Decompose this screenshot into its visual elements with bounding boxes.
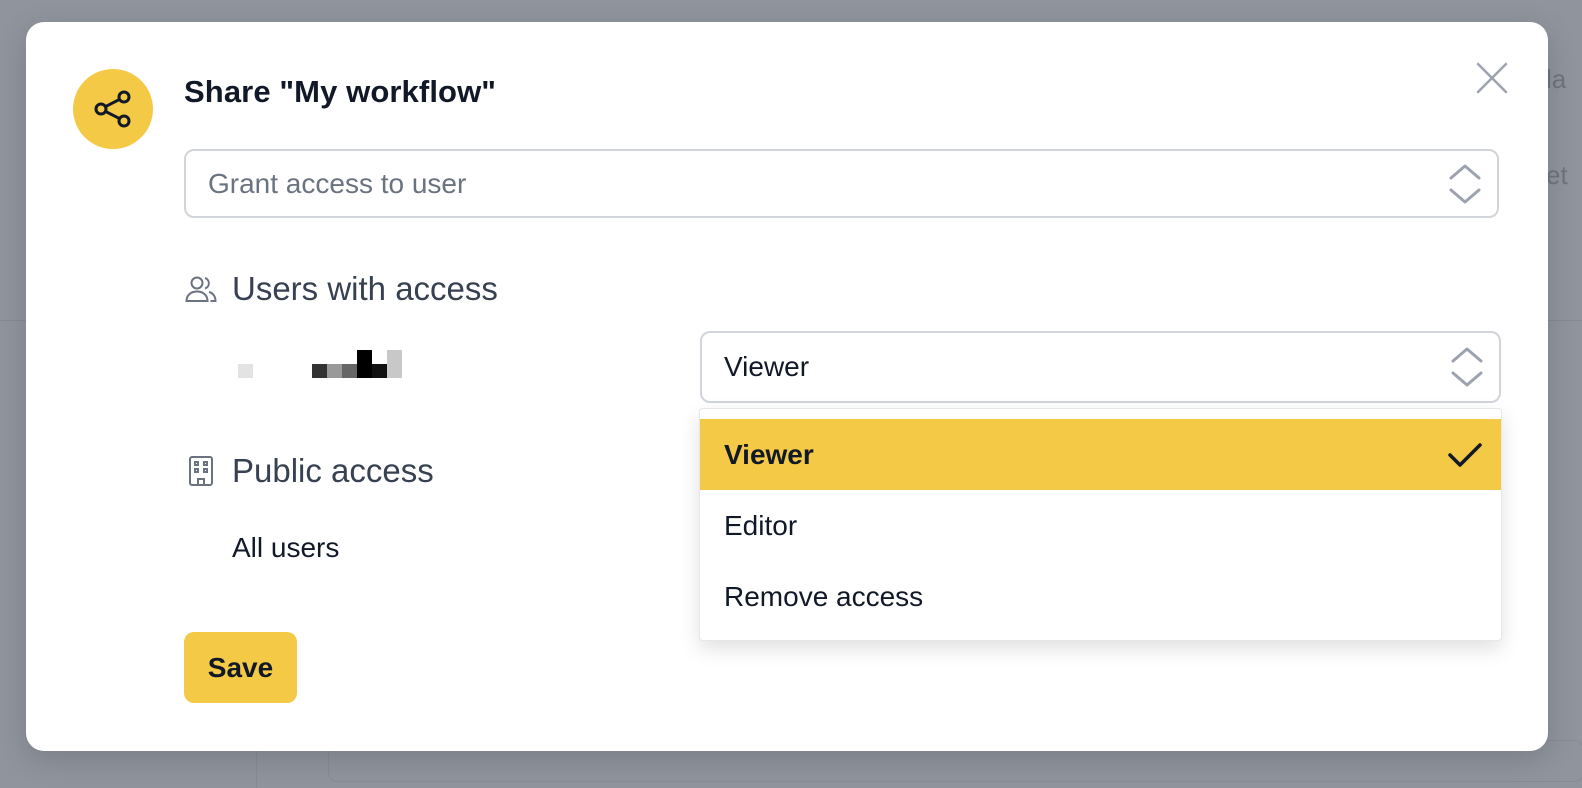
role-option-label: Remove access [724,580,924,612]
role-select-value: Viewer [724,351,810,382]
role-option-label: Viewer [724,438,814,470]
close-icon [1476,62,1508,94]
share-icon [73,69,153,149]
save-button[interactable]: Save [184,632,297,703]
role-option-viewer[interactable]: Viewer [700,419,1501,490]
public-section-label: Public access [232,452,434,489]
role-dropdown-menu: Viewer Editor Remove access [699,408,1502,641]
public-access-heading: Public access [184,452,434,490]
users-with-access-heading: Users with access [184,270,498,308]
chevron-updown-icon [1451,347,1483,387]
user-name-redacted [236,348,406,380]
public-access-entry: All users [232,532,340,563]
share-dialog: Share "My workflow" Grant access to user… [26,22,1548,751]
grant-access-placeholder: Grant access to user [208,167,467,199]
dialog-title: Share "My workflow" [184,74,497,109]
role-option-remove-access[interactable]: Remove access [700,561,1501,632]
building-icon [184,454,218,488]
role-option-label: Editor [724,509,798,541]
close-button[interactable] [1470,56,1514,100]
role-select[interactable]: Viewer [700,331,1501,403]
background-text-fragment: la [1546,64,1567,94]
grant-access-select[interactable]: Grant access to user [184,149,1499,218]
users-section-label: Users with access [232,270,498,307]
users-icon [184,272,218,306]
chevron-updown-icon [1449,164,1481,203]
role-option-editor[interactable]: Editor [700,490,1501,561]
check-icon [1448,442,1482,467]
background-text-fragment: et [1546,160,1568,190]
